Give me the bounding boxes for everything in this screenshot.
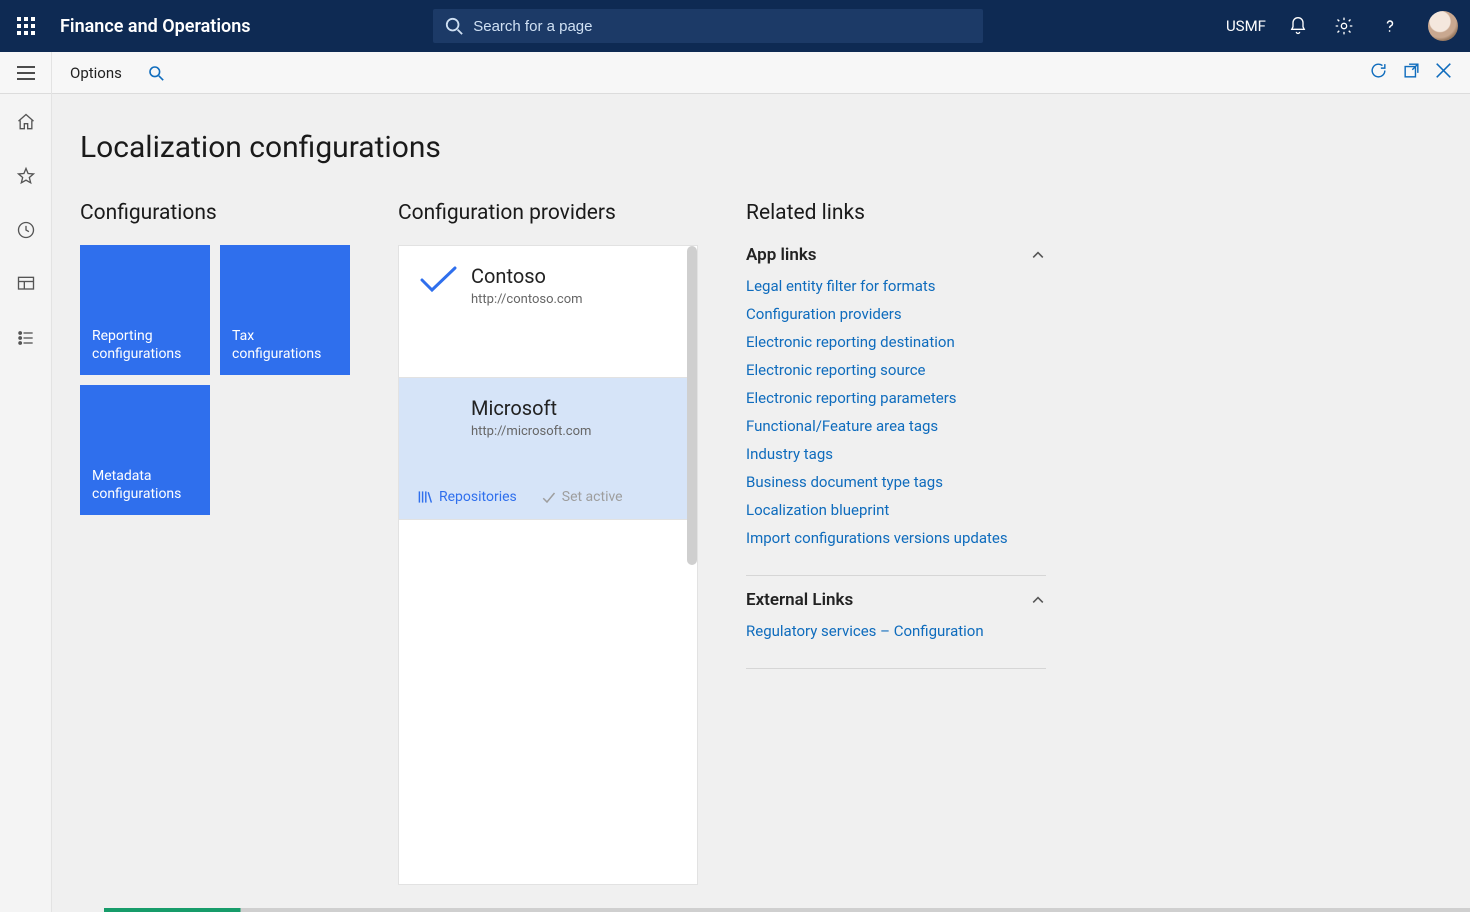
app-links-toggle[interactable]: App links xyxy=(746,245,1046,265)
set-active-button: Set active xyxy=(541,489,623,505)
search-icon xyxy=(148,65,164,81)
gear-icon xyxy=(1334,16,1354,36)
providers-heading: Configuration providers xyxy=(398,201,698,225)
global-search[interactable] xyxy=(433,9,983,43)
provider-card-microsoft[interactable]: Microsoft http://microsoft.com Repositor… xyxy=(399,378,697,520)
nav-workspaces[interactable] xyxy=(10,268,42,300)
popout-icon xyxy=(1402,61,1421,80)
options-menu[interactable]: Options xyxy=(52,64,140,82)
settings-button[interactable] xyxy=(1330,12,1358,40)
check-icon xyxy=(417,264,457,294)
nav-toggle-button[interactable] xyxy=(0,52,52,94)
home-icon xyxy=(16,112,36,132)
app-links-heading: App links xyxy=(746,245,817,265)
refresh-button[interactable] xyxy=(1369,61,1388,84)
app-launcher-button[interactable] xyxy=(0,0,52,52)
close-icon xyxy=(1435,62,1452,79)
set-active-label: Set active xyxy=(562,489,623,505)
app-title: Finance and Operations xyxy=(60,16,251,37)
nav-favorites[interactable] xyxy=(10,160,42,192)
link-industry-tags[interactable]: Industry tags xyxy=(746,445,1046,463)
chevron-up-icon xyxy=(1030,592,1046,608)
list-icon xyxy=(16,328,36,348)
nav-recent[interactable] xyxy=(10,214,42,246)
status-bar xyxy=(104,908,1470,912)
link-configuration-providers[interactable]: Configuration providers xyxy=(746,305,1046,323)
notifications-button[interactable] xyxy=(1284,12,1312,40)
hamburger-icon xyxy=(17,66,35,80)
check-icon xyxy=(541,490,556,505)
provider-url: http://contoso.com xyxy=(471,292,583,307)
tile-reporting-configurations[interactable]: Reporting configurations xyxy=(80,245,210,375)
workspace-icon xyxy=(16,274,36,294)
nav-modules[interactable] xyxy=(10,322,42,354)
tile-label: Tax configurations xyxy=(232,327,338,363)
bell-icon xyxy=(1288,16,1308,36)
clock-icon xyxy=(16,220,36,240)
provider-card-contoso[interactable]: Contoso http://contoso.com xyxy=(399,246,697,378)
provider-url: http://microsoft.com xyxy=(471,424,591,439)
configurations-heading: Configurations xyxy=(80,201,350,225)
avatar[interactable] xyxy=(1428,11,1458,41)
provider-list: Contoso http://contoso.com Microsoft htt… xyxy=(398,245,698,885)
waffle-icon xyxy=(17,17,35,35)
tile-label: Reporting configurations xyxy=(92,327,198,363)
search-icon xyxy=(445,17,463,35)
repositories-button[interactable]: Repositories xyxy=(417,489,517,505)
external-links-heading: External Links xyxy=(746,590,853,610)
external-links-toggle[interactable]: External Links xyxy=(746,590,1046,610)
link-business-doc-tags[interactable]: Business document type tags xyxy=(746,473,1046,491)
link-import-versions[interactable]: Import configurations versions updates xyxy=(746,529,1046,547)
page-search-button[interactable] xyxy=(140,65,172,81)
link-feature-area-tags[interactable]: Functional/Feature area tags xyxy=(746,417,1046,435)
chevron-up-icon xyxy=(1030,247,1046,263)
tile-tax-configurations[interactable]: Tax configurations xyxy=(220,245,350,375)
link-regulatory-services[interactable]: Regulatory services – Configuration xyxy=(746,622,1046,640)
tile-label: Metadata configurations xyxy=(92,467,198,503)
global-search-input[interactable] xyxy=(473,18,971,35)
link-er-parameters[interactable]: Electronic reporting parameters xyxy=(746,389,1046,407)
link-legal-entity-filter[interactable]: Legal entity filter for formats xyxy=(746,277,1046,295)
help-icon xyxy=(1380,16,1400,36)
star-icon xyxy=(16,166,36,186)
link-er-source[interactable]: Electronic reporting source xyxy=(746,361,1046,379)
related-links-heading: Related links xyxy=(746,201,1046,225)
library-icon xyxy=(417,489,433,505)
close-button[interactable] xyxy=(1435,62,1452,83)
repositories-label: Repositories xyxy=(439,489,517,505)
page-title: Localization configurations xyxy=(80,130,1442,165)
provider-name: Contoso xyxy=(471,264,583,288)
scrollbar[interactable] xyxy=(687,246,697,565)
provider-name: Microsoft xyxy=(471,396,591,420)
open-new-window-button[interactable] xyxy=(1402,61,1421,84)
link-er-destination[interactable]: Electronic reporting destination xyxy=(746,333,1046,351)
nav-home[interactable] xyxy=(10,106,42,138)
company-picker[interactable]: USMF xyxy=(1226,17,1266,35)
refresh-icon xyxy=(1369,61,1388,80)
tile-metadata-configurations[interactable]: Metadata configurations xyxy=(80,385,210,515)
help-button[interactable] xyxy=(1376,12,1404,40)
link-localization-blueprint[interactable]: Localization blueprint xyxy=(746,501,1046,519)
